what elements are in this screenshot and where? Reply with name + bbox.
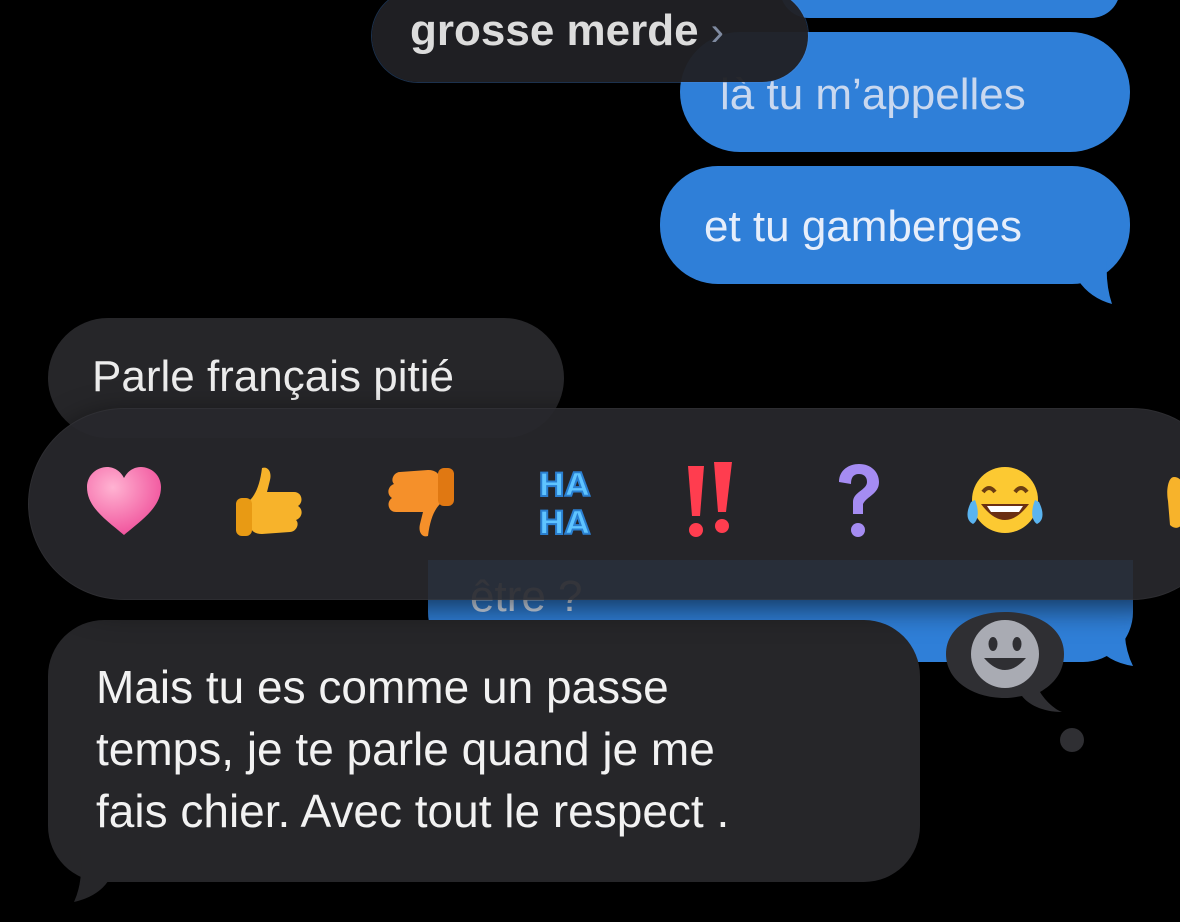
bubble-tail-icon bbox=[1078, 250, 1112, 304]
reaction-bar: HA HA bbox=[28, 408, 1180, 600]
message-line: Mais tu es comme un passe bbox=[96, 661, 669, 713]
haha-bottom-text: HA bbox=[538, 504, 590, 542]
reaction-emphasize-button[interactable] bbox=[668, 460, 752, 544]
smiley-face-icon bbox=[971, 620, 1039, 688]
reaction-question-button[interactable] bbox=[816, 460, 900, 544]
message-bubble-partial[interactable] bbox=[780, 0, 1120, 18]
message-text: et tu gamberges bbox=[704, 202, 1022, 251]
tears-of-joy-icon bbox=[967, 467, 1043, 533]
reaction-laugh-button[interactable] bbox=[963, 460, 1047, 544]
message-bubble-sent[interactable]: et tu gamberges bbox=[660, 166, 1130, 284]
bubble-tail-icon bbox=[74, 850, 110, 902]
heart-icon bbox=[87, 467, 161, 535]
haha-icon: HA HA bbox=[537, 465, 591, 542]
thumbs-down-icon bbox=[388, 468, 454, 537]
contact-name: grosse merde bbox=[410, 6, 699, 55]
reaction-thumbs-down-button[interactable] bbox=[378, 460, 462, 544]
emoji-picker-button[interactable] bbox=[942, 608, 1068, 712]
contact-name-pill[interactable]: grosse merde › bbox=[372, 0, 808, 82]
thumbs-up-icon bbox=[236, 467, 302, 536]
question-mark-icon bbox=[839, 464, 879, 537]
message-line: fais chier. Avec tout le respect . bbox=[96, 785, 730, 837]
reaction-more-button[interactable] bbox=[1132, 460, 1180, 544]
bubble-tail-icon bbox=[1095, 620, 1133, 666]
double-exclamation-icon bbox=[688, 462, 732, 537]
message-text: Parle français pitié bbox=[92, 352, 454, 401]
message-bubble-received[interactable]: Mais tu es comme un passe temps, je te p… bbox=[48, 620, 920, 882]
reaction-haha-button[interactable]: HA HA bbox=[522, 460, 606, 544]
messages-screen: là tu m’appelles et tu gamberges Parle f… bbox=[0, 0, 1180, 922]
partial-emoji-icon bbox=[1167, 477, 1180, 528]
reaction-heart-button[interactable] bbox=[82, 460, 166, 544]
thought-bubble-dot bbox=[1060, 728, 1084, 752]
haha-top-text: HA bbox=[538, 466, 590, 504]
message-line: temps, je te parle quand je me bbox=[96, 723, 715, 775]
reaction-thumbs-up-button[interactable] bbox=[228, 460, 312, 544]
emoji-picker-bubble bbox=[946, 612, 1064, 712]
chevron-right-icon: › bbox=[710, 10, 724, 54]
